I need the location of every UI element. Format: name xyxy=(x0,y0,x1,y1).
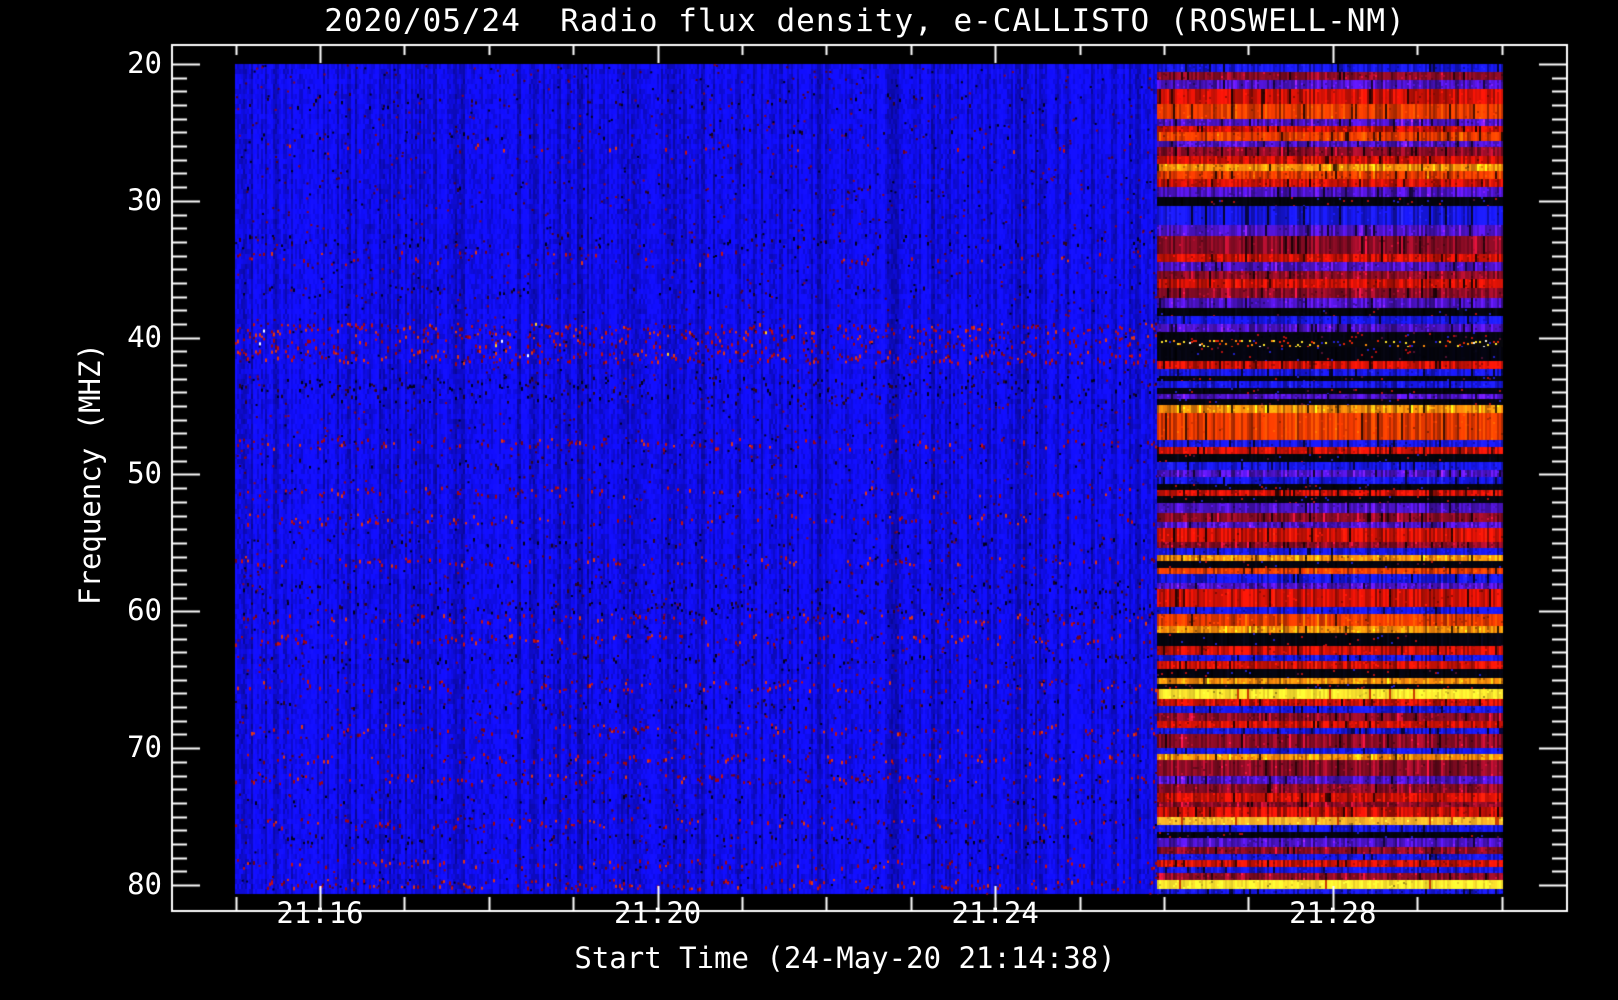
y-tick-label: 20 xyxy=(127,46,162,80)
plot-title: 2020/05/24 Radio flux density, e-CALLIST… xyxy=(324,3,1406,39)
y-tick-label: 70 xyxy=(127,730,162,765)
x-tick-label: 21:20 xyxy=(613,896,702,930)
spectrogram-figure: 2020/05/24 Radio flux density, e-CALLIST… xyxy=(0,0,1618,1000)
x-tick-label: 21:28 xyxy=(1289,896,1377,930)
x-axis-title: Start Time (24-May-20 21:14:38) xyxy=(574,941,1116,975)
y-tick-label: 60 xyxy=(127,593,162,628)
y-tick-label: 80 xyxy=(127,866,162,901)
x-tick-label: 21:16 xyxy=(276,896,364,930)
x-tick-label: 21:24 xyxy=(951,896,1039,930)
spectrogram-canvas xyxy=(0,0,1618,1000)
y-tick-label: 50 xyxy=(127,456,162,491)
y-tick-label: 40 xyxy=(127,319,162,354)
y-tick-label: 30 xyxy=(127,182,162,217)
